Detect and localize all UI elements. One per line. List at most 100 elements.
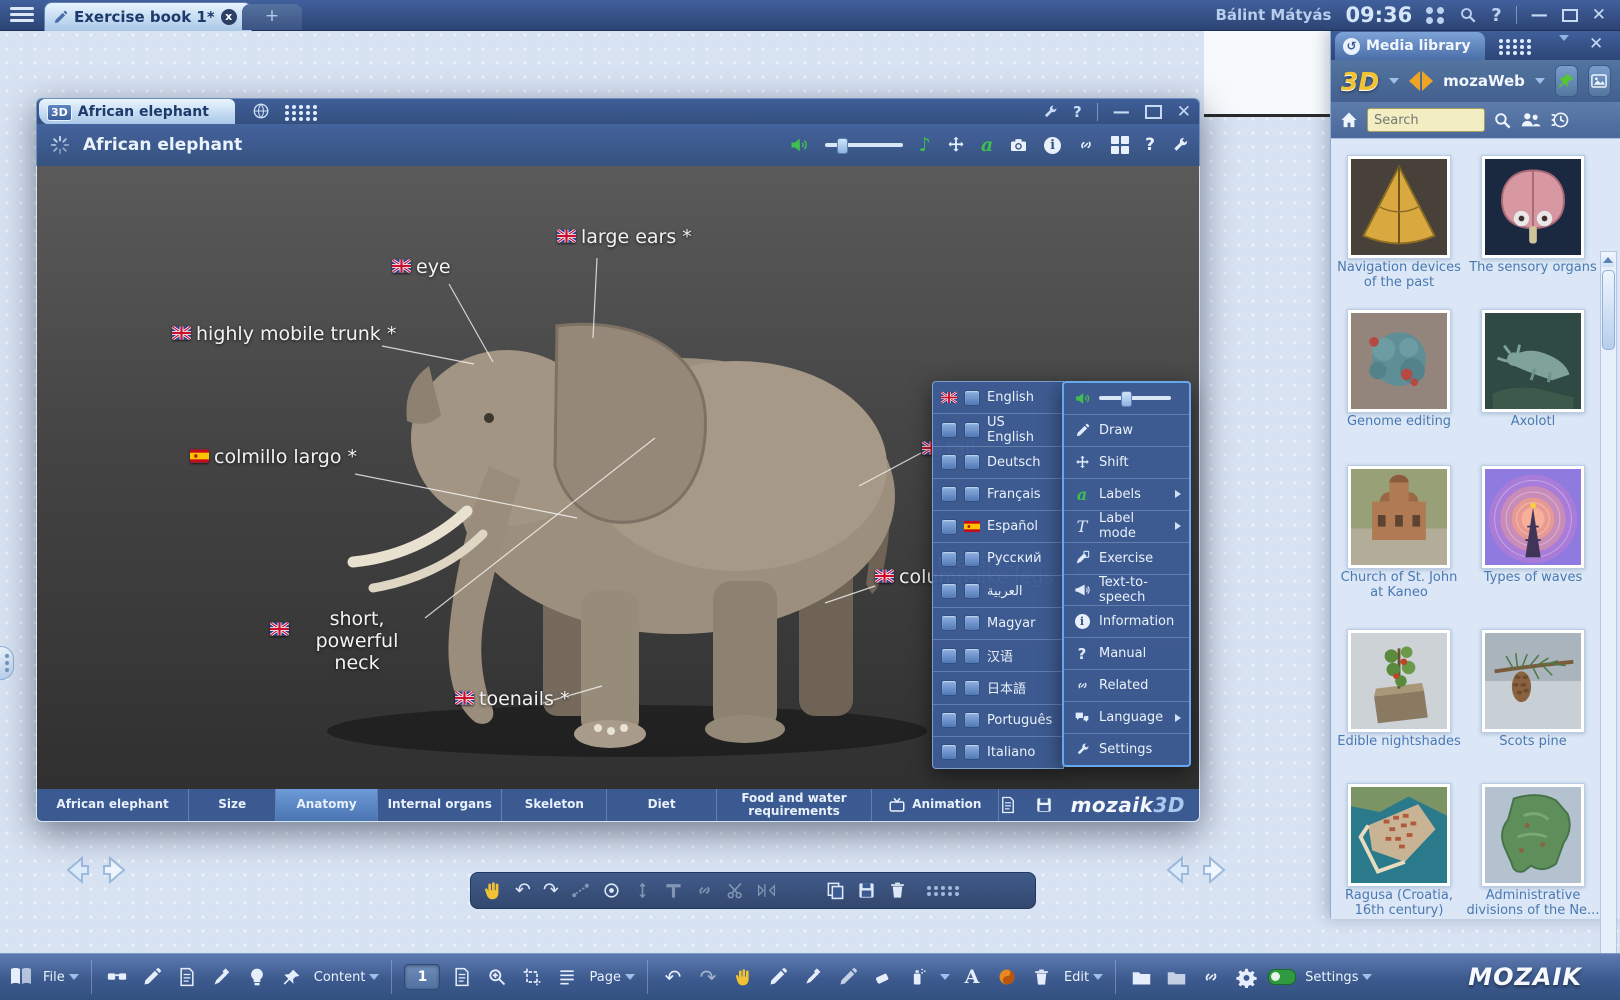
scroll-up-button[interactable] [1601, 252, 1614, 267]
media-item[interactable] [1347, 309, 1451, 413]
language-option-italiano[interactable]: Italiano [933, 737, 1063, 768]
close-tab-icon[interactable]: x [221, 9, 237, 25]
dropdown-arrow-icon[interactable] [1389, 78, 1399, 84]
next-page-arrow-icon[interactable] [98, 852, 134, 888]
menu-item-manual[interactable]: ? Manual [1064, 638, 1189, 670]
history-icon[interactable] [1550, 110, 1570, 130]
media-item[interactable] [1347, 155, 1451, 259]
3d-glasses-icon[interactable] [104, 964, 130, 990]
volume-slider[interactable] [1099, 396, 1171, 400]
language-option-portugues[interactable]: Português [933, 705, 1063, 737]
text-tool-icon[interactable]: A [959, 964, 985, 990]
restore-button[interactable] [1562, 9, 1578, 22]
menu-item-related[interactable]: Related [1064, 670, 1189, 702]
media-scrollbar[interactable] [1600, 251, 1617, 1000]
pin-button[interactable] [1555, 65, 1578, 97]
marker-tool-icon[interactable] [800, 964, 826, 990]
align-vertical-icon[interactable] [633, 881, 652, 900]
tab-animation[interactable]: Animation [872, 789, 999, 821]
language-option-japanese[interactable]: 日本語 [933, 672, 1063, 704]
close-button[interactable]: ✕ [1592, 5, 1606, 25]
help-icon[interactable]: ? [1491, 5, 1501, 26]
redo-icon[interactable]: ↷ [543, 881, 559, 900]
media-item[interactable] [1481, 309, 1585, 413]
language-option-russian[interactable]: Русский [933, 543, 1063, 575]
checkbox[interactable] [964, 422, 980, 438]
prev-page-arrow-icon[interactable] [58, 852, 94, 888]
gear-icon[interactable] [1233, 964, 1259, 990]
search-icon[interactable] [1459, 6, 1477, 24]
menu-item-settings[interactable]: Settings [1064, 734, 1189, 765]
menu-item-labels[interactable]: a Labels [1064, 479, 1189, 511]
link-icon[interactable] [1077, 136, 1095, 154]
media-item-caption[interactable]: Navigation devices of the past [1329, 261, 1469, 291]
media-item[interactable] [1347, 465, 1451, 569]
checkbox[interactable] [964, 390, 980, 406]
draw-tools-icon[interactable] [139, 964, 165, 990]
media-item-caption[interactable]: Axolotl [1463, 415, 1603, 430]
mirror-icon[interactable] [757, 881, 776, 900]
checkbox[interactable] [941, 615, 957, 631]
menu-item-language[interactable]: Language [1064, 702, 1189, 734]
media-item[interactable] [1481, 629, 1585, 733]
spray-icon[interactable] [905, 964, 931, 990]
drag-handle-icon[interactable] [1499, 39, 1532, 55]
tab-anatomy[interactable]: Anatomy [276, 789, 378, 821]
menu-item-text-to-speech[interactable]: Text-to-speech [1064, 575, 1189, 607]
3d-source-logo[interactable]: 3D [1341, 67, 1379, 96]
copy-page-icon[interactable] [857, 881, 876, 900]
minimize-button[interactable]: — [1531, 5, 1548, 25]
model-label[interactable]: toenails * [455, 688, 569, 710]
tab-diet[interactable]: Diet [607, 789, 717, 821]
media-item-caption[interactable]: Types of waves [1463, 571, 1603, 586]
checkbox[interactable] [941, 551, 957, 567]
window-close-button[interactable]: ✕ [1177, 102, 1191, 122]
duplicate-icon[interactable] [826, 881, 845, 900]
media-item[interactable] [1481, 783, 1585, 887]
model-label[interactable]: eye [392, 256, 451, 278]
menu-item-shift[interactable]: Shift [1064, 447, 1189, 479]
file-menu[interactable]: File [43, 970, 79, 985]
media-item-caption[interactable]: Genome editing [1329, 415, 1469, 430]
list-icon[interactable] [554, 964, 580, 990]
checkbox[interactable] [964, 486, 980, 502]
zoom-icon[interactable] [484, 964, 510, 990]
model-label[interactable]: highly mobile trunk * [172, 323, 396, 345]
language-option-magyar[interactable]: Magyar [933, 608, 1063, 640]
wrench-icon[interactable] [1171, 136, 1189, 154]
notes-icon[interactable] [174, 964, 200, 990]
window-tab[interactable]: 3D African elephant [39, 99, 235, 125]
language-option-deutsch[interactable]: Deutsch [933, 447, 1063, 479]
checkbox[interactable] [964, 615, 980, 631]
menu-item-label-mode[interactable]: T Label mode [1064, 511, 1189, 543]
menu-item-draw[interactable]: Draw [1064, 415, 1189, 447]
media-item[interactable] [1347, 783, 1451, 887]
target-icon[interactable] [602, 881, 621, 900]
switch-source-icon[interactable] [1409, 71, 1433, 91]
language-option-us-english[interactable]: US English [933, 414, 1063, 446]
edit-menu[interactable]: Edit [1064, 970, 1103, 985]
trash-icon[interactable] [888, 881, 907, 900]
image-view-button[interactable] [1588, 65, 1611, 97]
folder-sync-icon[interactable] [1163, 964, 1189, 990]
close-panel-icon[interactable]: ✕ [1589, 34, 1603, 54]
language-option-chinese[interactable]: 汉语 [933, 640, 1063, 672]
point-connector-icon[interactable] [571, 881, 590, 900]
drag-handle-icon[interactable] [285, 105, 318, 121]
menu-item-information[interactable]: i Information [1064, 606, 1189, 638]
menu-icon[interactable] [10, 7, 34, 23]
layout-grid-icon[interactable] [1111, 136, 1129, 154]
checkbox[interactable] [941, 519, 957, 535]
paint-tools-icon[interactable] [209, 964, 235, 990]
crop-icon[interactable] [519, 964, 545, 990]
toggle-switch[interactable] [1268, 969, 1296, 985]
labels-icon[interactable]: a [981, 134, 993, 156]
tools-icon[interactable] [1042, 104, 1058, 120]
media-item-caption[interactable]: Ragusa (Croatia, 16th century) [1329, 889, 1469, 919]
checkbox[interactable] [941, 680, 957, 696]
media-item[interactable] [1481, 155, 1585, 259]
pen-tool-icon[interactable] [835, 964, 861, 990]
window-help-icon[interactable]: ? [1073, 103, 1082, 121]
pointer-icon[interactable] [279, 964, 305, 990]
hand-tool-icon[interactable] [481, 880, 503, 902]
